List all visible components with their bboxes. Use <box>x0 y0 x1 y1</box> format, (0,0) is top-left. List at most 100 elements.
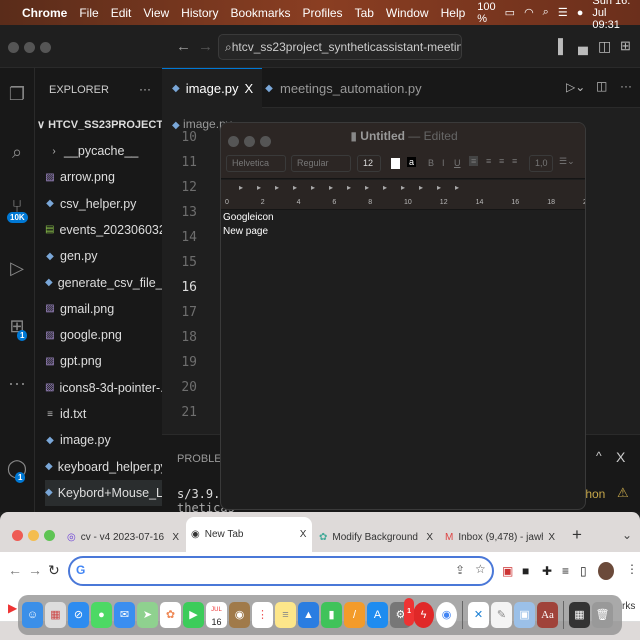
extension-icon[interactable]: ▣ <box>502 564 513 578</box>
file-item[interactable]: › __pycache__ <box>49 138 166 164</box>
close-panel-button[interactable]: X <box>616 449 625 465</box>
text-color-swatch[interactable] <box>391 158 400 169</box>
font-family-select[interactable]: Helvetica <box>226 155 286 172</box>
align-left-button[interactable]: ≡ <box>469 156 479 166</box>
maximize-panel-button[interactable]: ^ <box>596 449 602 463</box>
forward-icon[interactable]: → <box>28 562 42 578</box>
menu-window[interactable]: Window <box>386 6 429 20</box>
facetime-icon[interactable]: ▶ <box>183 602 204 628</box>
align-center-button[interactable]: ≡ <box>486 156 491 166</box>
app-menu[interactable]: Chrome <box>22 6 67 20</box>
toggle-panel-icon[interactable]: ▄ <box>578 38 588 54</box>
messages-icon[interactable]: ● <box>91 602 112 628</box>
textedit-dock-icon[interactable]: ✎ <box>491 602 512 628</box>
minimize-window-button[interactable] <box>24 42 35 53</box>
tab-close-button[interactable]: X <box>300 529 307 540</box>
tab-close-button[interactable]: X <box>548 532 555 543</box>
file-item[interactable]: ▤ events_202306032... <box>45 217 162 243</box>
finder-icon[interactable]: ☺ <box>22 602 43 628</box>
run-debug-icon[interactable]: ▷ <box>5 258 29 282</box>
chrome-menu-icon[interactable]: ⋮ <box>626 562 638 576</box>
file-item[interactable]: ▨ icons8-3d-pointer-... <box>45 375 162 401</box>
tab-close-button[interactable]: X <box>244 81 253 96</box>
reading-list-icon[interactable]: ≡ <box>562 564 569 578</box>
accounts-icon[interactable]: ◯ 1 <box>5 458 29 483</box>
toggle-secondary-sidebar-icon[interactable]: ◫ <box>598 38 611 55</box>
back-icon[interactable]: ← <box>8 562 22 578</box>
file-item[interactable]: ◆ generate_csv_file_vi... <box>45 270 162 296</box>
close-window-button[interactable] <box>228 136 239 147</box>
highlight-color-button[interactable]: a <box>407 157 417 167</box>
battery-icon[interactable]: ▭ <box>505 6 515 19</box>
spotlight-icon[interactable]: ⌕ <box>543 6 549 19</box>
tab-close-button[interactable]: X <box>426 532 433 543</box>
tab-stop-marker[interactable]: ▸ <box>239 183 243 192</box>
menu-profiles[interactable]: Profiles <box>303 6 343 20</box>
line-spacing-select[interactable]: 1,0 <box>529 155 553 172</box>
file-item[interactable]: ◆ image.py <box>45 427 162 453</box>
menu-history[interactable]: History <box>181 6 218 20</box>
command-center[interactable]: ⌕htcv_ss23project_syntheticassistant-mee… <box>218 34 462 60</box>
zoom-window-button[interactable] <box>40 42 51 53</box>
share-icon[interactable]: ⇪ <box>455 563 465 577</box>
tab-image-py[interactable]: ◆ image.py X <box>162 68 262 108</box>
tab-stop-marker[interactable]: ▸ <box>455 183 459 192</box>
file-item[interactable]: ≡ id.txt <box>45 401 162 427</box>
menu-file[interactable]: File <box>79 6 98 20</box>
preview-icon[interactable]: ▣ <box>514 602 535 628</box>
close-window-button[interactable] <box>12 530 23 541</box>
tab-close-button[interactable]: X <box>172 532 179 543</box>
ruler[interactable]: 0 2 4 6 8 10 12 14 16 18 20 ▸ ▸ ▸ ▸ ▸ ▸ ▸ ▸ ▸ ▸ ▸ ▸ ▸ <box>221 180 585 210</box>
tab-new-tab[interactable]: ◉ New Tab X <box>186 517 312 552</box>
chrome-dock-icon[interactable]: ◉ <box>436 602 457 628</box>
contacts-icon[interactable]: ◉ <box>229 602 250 628</box>
zoom-window-button[interactable] <box>260 136 271 147</box>
menu-tab[interactable]: Tab <box>355 6 374 20</box>
file-item[interactable]: ◆ keyboard_helper.py <box>45 454 162 480</box>
photos-icon[interactable]: ✿ <box>160 602 181 628</box>
close-window-button[interactable] <box>8 42 19 53</box>
menu-bookmarks[interactable]: Bookmarks <box>231 6 291 20</box>
tab-meetings-automation[interactable]: ◆ meetings_automation.py <box>254 68 432 108</box>
numbers-icon[interactable]: ▮ <box>321 602 342 628</box>
tab-stop-marker[interactable]: ▸ <box>311 183 315 192</box>
file-item[interactable]: ◆ csv_helper.py <box>45 191 162 217</box>
minimize-window-button[interactable] <box>244 136 255 147</box>
menu-edit[interactable]: Edit <box>111 6 132 20</box>
menu-help[interactable]: Help <box>441 6 466 20</box>
search-icon[interactable]: ⌕ <box>5 142 29 166</box>
new-tab-button[interactable]: + <box>572 525 582 545</box>
more-icon[interactable]: ··· <box>5 373 29 397</box>
tab-stop-marker[interactable]: ▸ <box>329 183 333 192</box>
document-body[interactable]: Googleicon New page <box>223 211 274 239</box>
tab-gmail-inbox[interactable]: M Inbox (9,478) - jawharso X <box>440 524 560 550</box>
more-actions-icon[interactable]: ··· <box>620 79 632 93</box>
justify-button[interactable]: ≡ <box>512 156 517 166</box>
tab-stop-marker[interactable]: ▸ <box>437 183 441 192</box>
extensions-icon[interactable]: ⊞ 1 <box>5 316 29 341</box>
underline-button[interactable]: U <box>454 158 461 168</box>
explorer-more-button[interactable]: ··· <box>139 82 151 96</box>
align-right-button[interactable]: ≡ <box>499 156 504 166</box>
source-control-icon[interactable]: ⑂ 10K <box>5 196 29 223</box>
safari-icon[interactable]: ⊘ <box>68 602 89 628</box>
tab-stop-marker[interactable]: ▸ <box>293 183 297 192</box>
keynote-icon[interactable]: ▲ <box>298 602 319 628</box>
reminders-icon[interactable]: ⋮ <box>252 602 273 628</box>
extension-icon-2[interactable]: ■ <box>522 564 529 578</box>
other-bookmarks[interactable]: rks <box>622 601 635 612</box>
omnibox[interactable]: G ⇪ ☆ <box>68 556 494 586</box>
tab-stop-marker[interactable]: ▸ <box>347 183 351 192</box>
side-panel-icon[interactable]: ▯ <box>580 564 587 578</box>
reload-icon[interactable]: ↻ <box>48 562 60 579</box>
calendar-icon[interactable]: JUL 16 <box>206 602 227 628</box>
vscode-dock-icon[interactable]: ✕ <box>468 602 489 628</box>
customize-layout-icon[interactable]: ⊞ <box>620 38 631 54</box>
control-center-icon[interactable]: ☰ <box>558 6 568 19</box>
forward-arrow-icon[interactable]: → <box>198 38 213 55</box>
maps-icon[interactable]: ➤ <box>137 602 158 628</box>
bookmark-star-icon[interactable]: ☆ <box>475 562 486 576</box>
file-item[interactable]: ▨ google.png <box>45 322 162 348</box>
profile-avatar[interactable] <box>598 562 614 580</box>
font-style-select[interactable]: Regular <box>291 155 351 172</box>
